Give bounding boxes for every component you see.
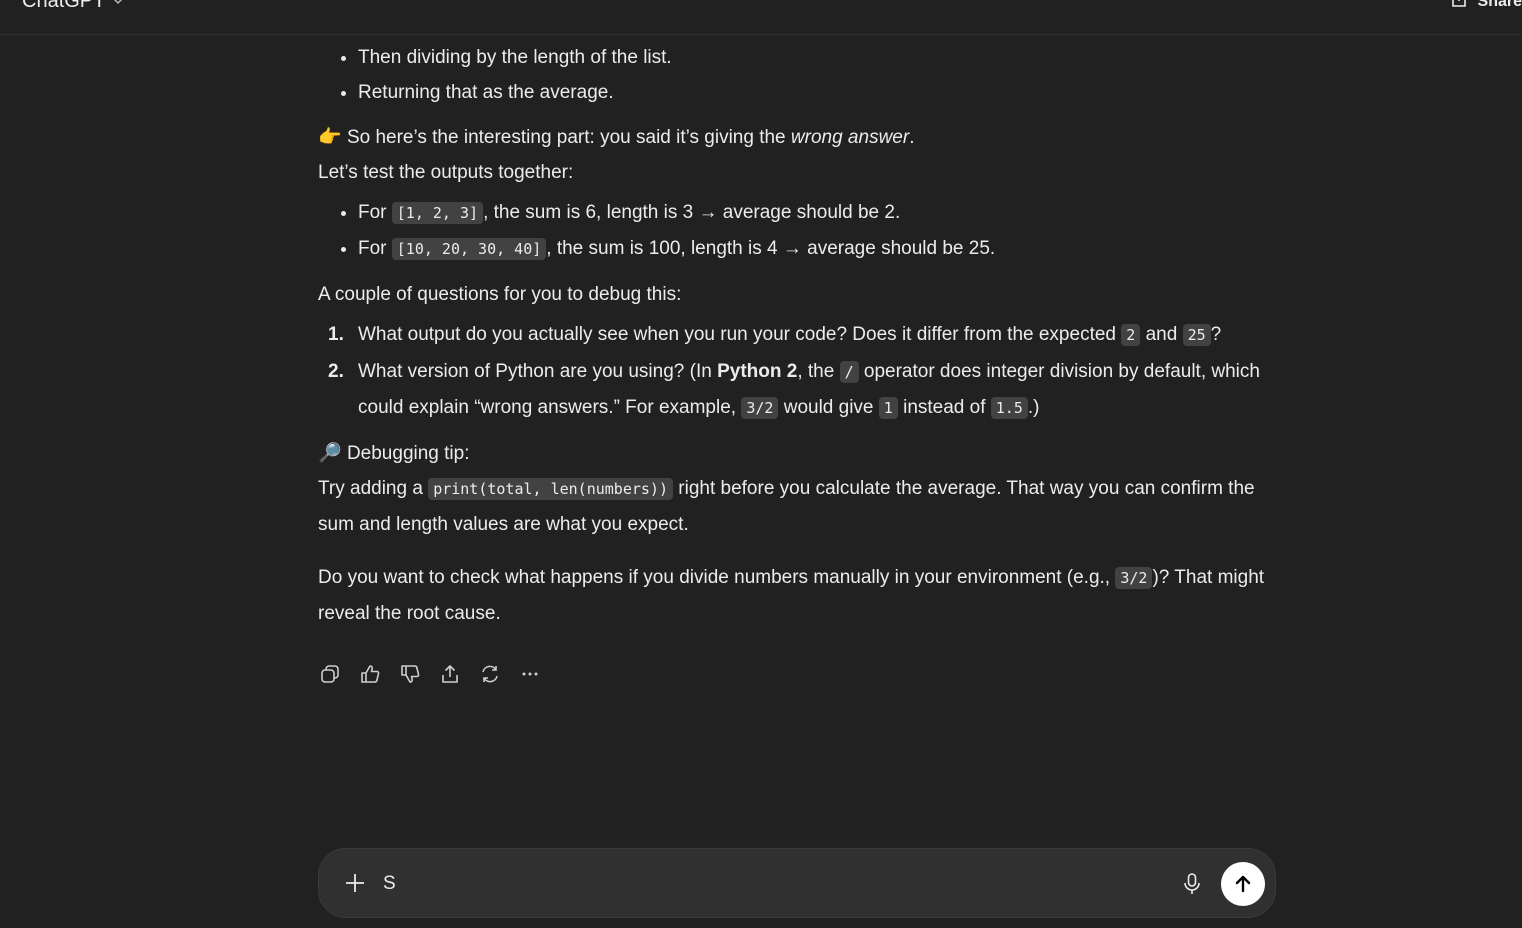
inline-code: 25 [1182,324,1211,346]
magnifier-icon: 🔎 [318,443,342,464]
bullet-list-top: Then dividing by the length of the list.… [318,40,1278,110]
regenerate-icon [482,665,498,683]
share-button[interactable]: Share [1450,0,1522,13]
share-icon [442,665,458,683]
bold-text: Python 2 [717,361,798,382]
arrow-up-icon [1235,875,1251,893]
message-actions [318,660,542,688]
thumbs-down-icon [401,665,420,683]
inline-code: 3/2 [1115,567,1153,589]
inline-code: [1, 2, 3] [391,202,484,224]
top-bar: ChatGPT Share [0,0,1522,35]
list-number: 1. [328,324,344,345]
paragraph-interesting: 👉 So here’s the interesting part: you sa… [318,127,915,148]
inline-code: 2 [1121,324,1141,346]
list-number: 2. [328,361,344,382]
pointing-hand-icon: 👉 [318,127,342,148]
inline-code: / [839,361,859,383]
model-selector[interactable]: ChatGPT [22,0,125,13]
paragraph-closing: Do you want to check what happens if you… [318,567,1265,624]
chevron-down-icon [111,0,125,10]
inline-code: 1 [878,397,898,419]
paragraph-test-intro: Let’s test the outputs together: [318,162,574,183]
plus-icon [346,874,364,892]
dictate-button[interactable] [1179,871,1205,897]
bullet-list-tests: For [1, 2, 3], the sum is 6, length is 3… [318,195,1278,267]
assistant-message: Then dividing by the length of the list.… [318,40,1278,631]
emphasis: wrong answer [790,127,910,148]
more-button[interactable] [518,660,542,688]
paragraph-tip-body: Try adding a print(total, len(numbers)) … [318,478,1255,535]
composer [318,848,1276,918]
list-item: For [10, 20, 30, 40], the sum is 100, le… [358,231,1278,267]
app-title: ChatGPT [22,0,106,12]
inline-code: print(total, len(numbers)) [428,478,673,500]
list-item: Then dividing by the length of the list. [358,40,1278,75]
send-button[interactable] [1221,862,1265,906]
regenerate-button[interactable] [478,660,502,688]
numbered-list-questions: 1. What output do you actually see when … [318,317,1278,426]
copy-button[interactable] [318,660,342,688]
more-icon [522,672,538,676]
list-item: 2. What version of Python are you using?… [328,354,1278,426]
microphone-icon [1184,873,1200,894]
prompt-input[interactable] [381,867,1165,901]
inline-code: 1.5 [990,397,1028,419]
list-item: Returning that as the average. [358,75,1278,110]
share-label: Share [1477,0,1522,10]
thumbs-up-icon [361,665,380,683]
thumbs-down-button[interactable] [398,660,422,688]
share-icon [1450,0,1468,13]
list-item: For [1, 2, 3], the sum is 6, length is 3… [358,195,1278,231]
inline-code: 3/2 [741,397,779,419]
copy-icon [321,665,339,683]
paragraph-tip-title: 🔎 Debugging tip: [318,443,470,464]
paragraph-questions-intro: A couple of questions for you to debug t… [318,284,682,305]
thumbs-up-button[interactable] [358,660,382,688]
inline-code: [10, 20, 30, 40] [391,238,547,260]
add-attachment-button[interactable] [341,869,369,897]
share-response-button[interactable] [438,660,462,688]
list-item: 1. What output do you actually see when … [328,317,1278,353]
